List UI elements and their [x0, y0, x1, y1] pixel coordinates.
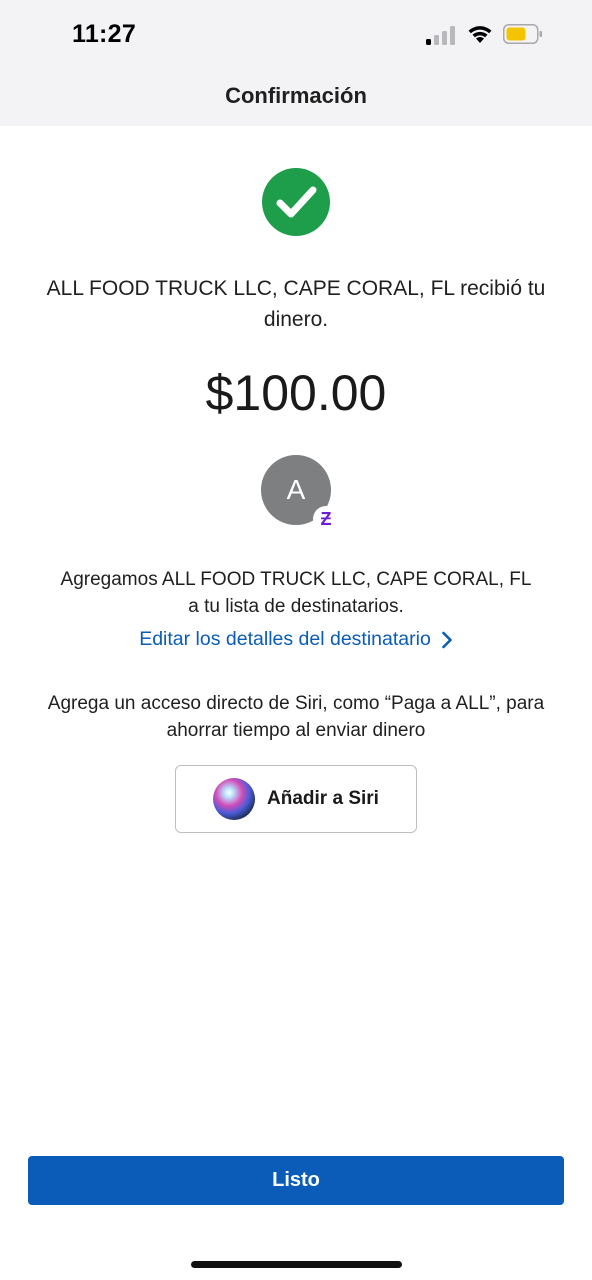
chevron-right-icon: [441, 631, 452, 648]
zelle-badge-symbol: Ƶ: [320, 509, 332, 529]
cellular-signal-icon: [426, 25, 458, 45]
done-button-label: Listo: [272, 1169, 320, 1191]
payment-amount: $100.00: [205, 365, 387, 421]
edit-recipient-link-label: Editar los detalles del destinatario: [139, 628, 431, 650]
battery-icon: [503, 24, 542, 44]
wifi-icon: [468, 26, 492, 43]
add-to-siri-label: Añadir a Siri: [267, 788, 379, 809]
confirmation-message: ALL FOOD TRUCK LLC, CAPE CORAL, FL recib…: [46, 277, 546, 331]
status-time: 11:27: [72, 20, 137, 48]
recipient-added-message: Agregamos ALL FOOD TRUCK LLC, CAPE CORAL…: [60, 569, 532, 617]
add-to-siri-button[interactable]: Añadir a Siri: [175, 765, 417, 833]
checkmark-circle-icon: [262, 168, 330, 236]
zelle-icon: Ƶ: [313, 506, 339, 532]
home-indicator[interactable]: [191, 1261, 402, 1268]
status-bar: 11:27: [0, 0, 592, 66]
edit-recipient-link[interactable]: Editar los detalles del destinatario: [0, 628, 592, 651]
siri-shortcut-message: Agrega un acceso directo de Siri, como “…: [47, 693, 545, 741]
navigation-bar: Confirmación: [0, 66, 592, 126]
done-button[interactable]: Listo: [28, 1156, 564, 1205]
siri-icon: [213, 778, 256, 820]
page-title: Confirmación: [225, 83, 367, 108]
